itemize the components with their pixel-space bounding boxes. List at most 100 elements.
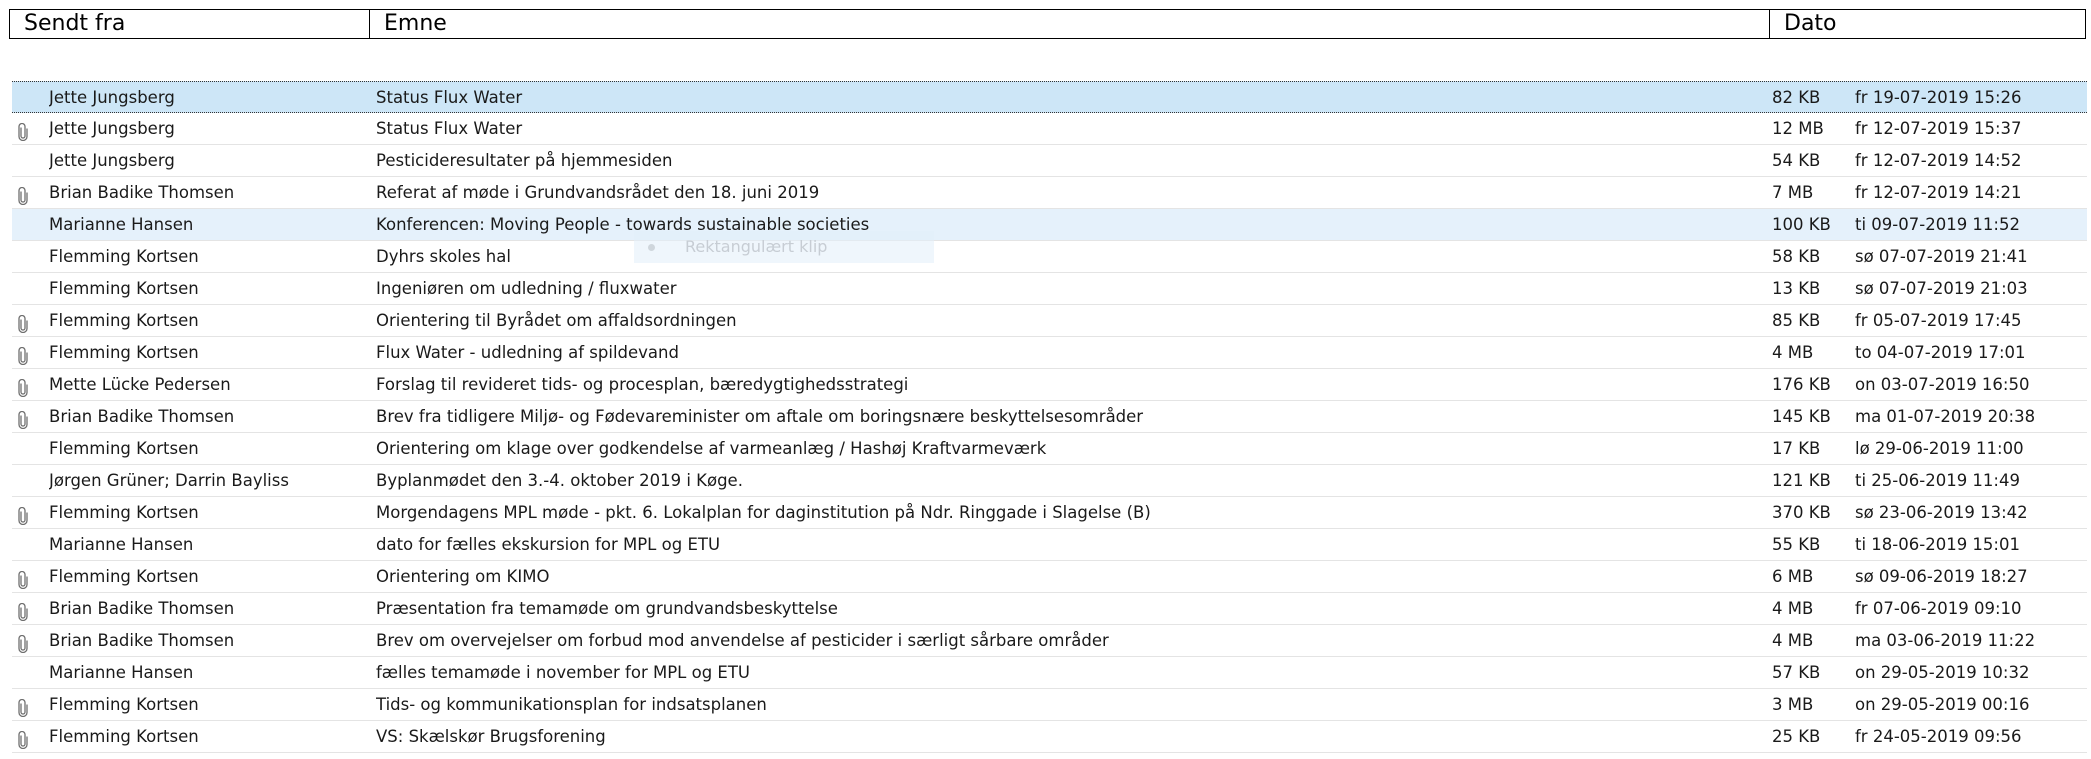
message-from: Flemming Kortsen [49,567,199,586]
message-row[interactable]: Brian Badike Thomsen Brev om overvejelser… [12,625,2087,657]
message-from: Flemming Kortsen [49,727,199,746]
message-from: Flemming Kortsen [49,311,199,330]
column-header-subject[interactable]: Emne [370,10,1770,38]
message-size: 4 MB [1772,631,1814,650]
message-date: fr 12-07-2019 14:52 [1855,151,2022,170]
message-from: Jørgen Grüner; Darrin Bayliss [49,471,289,490]
message-subject: Forslag til revideret tids- og procespla… [376,375,909,394]
message-date: on 29-05-2019 10:32 [1855,663,2030,682]
message-date: fr 07-06-2019 09:10 [1855,599,2022,618]
message-row[interactable]: Brian Badike Thomsen Præsentation fra tem… [12,593,2087,625]
message-row[interactable]: Jette Jungsberg Pesticideresultater på hj… [12,145,2087,177]
message-from: Flemming Kortsen [49,503,199,522]
message-from: Mette Lücke Pedersen [49,375,231,394]
message-row[interactable]: Marianne Hansen dato for fælles ekskursio… [12,529,2087,561]
message-subject: Pesticideresultater på hjemmesiden [376,151,673,170]
column-header-date[interactable]: Dato [1770,10,2085,38]
message-date: sø 09-06-2019 18:27 [1855,567,2028,586]
paperclip-icon [17,504,29,526]
message-from: Brian Badike Thomsen [49,631,235,650]
message-from: Marianne Hansen [49,663,194,682]
message-size: 17 KB [1772,439,1821,458]
paperclip-icon [17,344,29,366]
message-date: on 03-07-2019 16:50 [1855,375,2030,394]
message-from: Jette Jungsberg [49,151,175,170]
message-subject: fælles temamøde i november for MPL og ET… [376,663,750,682]
message-row[interactable]: Jette Jungsberg Status Flux Water 82 KB fr … [12,81,2087,113]
message-row[interactable]: Flemming Kortsen Ingeniøren om udledning … [12,273,2087,305]
paperclip-icon [17,568,29,590]
message-row[interactable]: Mette Lücke Pedersen Forslag til revidere… [12,369,2087,401]
message-subject: Status Flux Water [376,119,523,138]
message-list: Jette Jungsberg Status Flux Water 82 KB fr … [12,81,2087,753]
message-subject: Orientering om klage over godkendelse af… [376,439,1047,458]
message-row[interactable]: Jørgen Grüner; Darrin Bayliss Byplanmødet… [12,465,2087,497]
message-row[interactable]: Flemming Kortsen Orientering om klage ove… [12,433,2087,465]
message-row[interactable]: Flemming Kortsen Flux Water - udledning a… [12,337,2087,369]
message-date: ti 25-06-2019 11:49 [1855,471,2020,490]
message-size: 58 KB [1772,247,1821,266]
paperclip-icon [17,696,29,718]
message-size: 7 MB [1772,183,1814,202]
message-date: to 04-07-2019 17:01 [1855,343,2026,362]
message-date: fr 19-07-2019 15:26 [1855,88,2022,107]
message-row[interactable]: Flemming Kortsen Orientering til Byrådet … [12,305,2087,337]
message-size: 4 MB [1772,599,1814,618]
message-date: ma 01-07-2019 20:38 [1855,407,2036,426]
message-size: 54 KB [1772,151,1821,170]
message-subject: Dyhrs skoles hal [376,247,511,266]
message-date: ma 03-06-2019 11:22 [1855,631,2036,650]
message-from: Brian Badike Thomsen [49,407,235,426]
message-from: Flemming Kortsen [49,343,199,362]
message-row[interactable]: Flemming Kortsen Dyhrs skoles hal 58 KB sø … [12,241,2087,273]
message-from: Brian Badike Thomsen [49,599,235,618]
message-size: 6 MB [1772,567,1814,586]
message-from: Flemming Kortsen [49,695,199,714]
message-from: Jette Jungsberg [49,88,175,107]
message-date: lø 29-06-2019 11:00 [1855,439,2024,458]
message-row[interactable]: Brian Badike Thomsen Brev fra tidligere M… [12,401,2087,433]
message-row[interactable]: Flemming Kortsen Orientering om KIMO 6 MB s… [12,561,2087,593]
message-row[interactable]: Brian Badike Thomsen Referat af møde i Gr… [12,177,2087,209]
message-from: Flemming Kortsen [49,279,199,298]
paperclip-icon [17,632,29,654]
message-subject: VS: Skælskør Brugsforening [376,727,606,746]
message-row[interactable]: Jette Jungsberg Status Flux Water 12 MB fr … [12,113,2087,145]
message-subject: Byplanmødet den 3.-4. oktober 2019 i Køg… [376,471,743,490]
message-subject: Præsentation fra temamøde om grundvandsb… [376,599,838,618]
column-header-from[interactable]: Sendt fra [10,10,370,38]
message-subject: Brev om overvejelser om forbud mod anven… [376,631,1109,650]
message-size: 82 KB [1772,88,1821,107]
message-size: 57 KB [1772,663,1821,682]
message-date: fr 24-05-2019 09:56 [1855,727,2022,746]
message-date: sø 07-07-2019 21:03 [1855,279,2028,298]
message-size: 370 KB [1772,503,1831,522]
message-date: ti 09-07-2019 11:52 [1855,215,2020,234]
message-row[interactable]: Flemming Kortsen VS: Skælskør Brugsforeni… [12,721,2087,753]
paperclip-icon [17,184,29,206]
message-subject: Orientering om KIMO [376,567,550,586]
message-size: 13 KB [1772,279,1821,298]
message-size: 4 MB [1772,343,1814,362]
message-row[interactable]: Marianne Hansen Konferencen: Moving Peopl… [12,209,2087,241]
message-size: 85 KB [1772,311,1821,330]
paperclip-icon [17,728,29,750]
message-row[interactable]: Flemming Kortsen Tids- og kommunikationsp… [12,689,2087,721]
message-from: Flemming Kortsen [49,247,199,266]
message-row[interactable]: Flemming Kortsen Morgendagens MPL møde - … [12,497,2087,529]
message-subject: Ingeniøren om udledning / fluxwater [376,279,677,298]
message-date: sø 07-07-2019 21:41 [1855,247,2028,266]
message-size: 145 KB [1772,407,1831,426]
message-from: Jette Jungsberg [49,119,175,138]
message-from: Marianne Hansen [49,535,194,554]
message-date: fr 12-07-2019 15:37 [1855,119,2022,138]
message-date: sø 23-06-2019 13:42 [1855,503,2028,522]
message-date: fr 05-07-2019 17:45 [1855,311,2022,330]
message-row[interactable]: Marianne Hansen fælles temamøde i novembe… [12,657,2087,689]
message-subject: Brev fra tidligere Miljø- og Fødevaremin… [376,407,1144,426]
message-subject: Status Flux Water [376,88,523,107]
message-subject: Referat af møde i Grundvandsrådet den 18… [376,183,820,202]
message-size: 55 KB [1772,535,1821,554]
message-date: fr 12-07-2019 14:21 [1855,183,2022,202]
column-header: Sendt fra Emne Dato [9,9,2086,39]
